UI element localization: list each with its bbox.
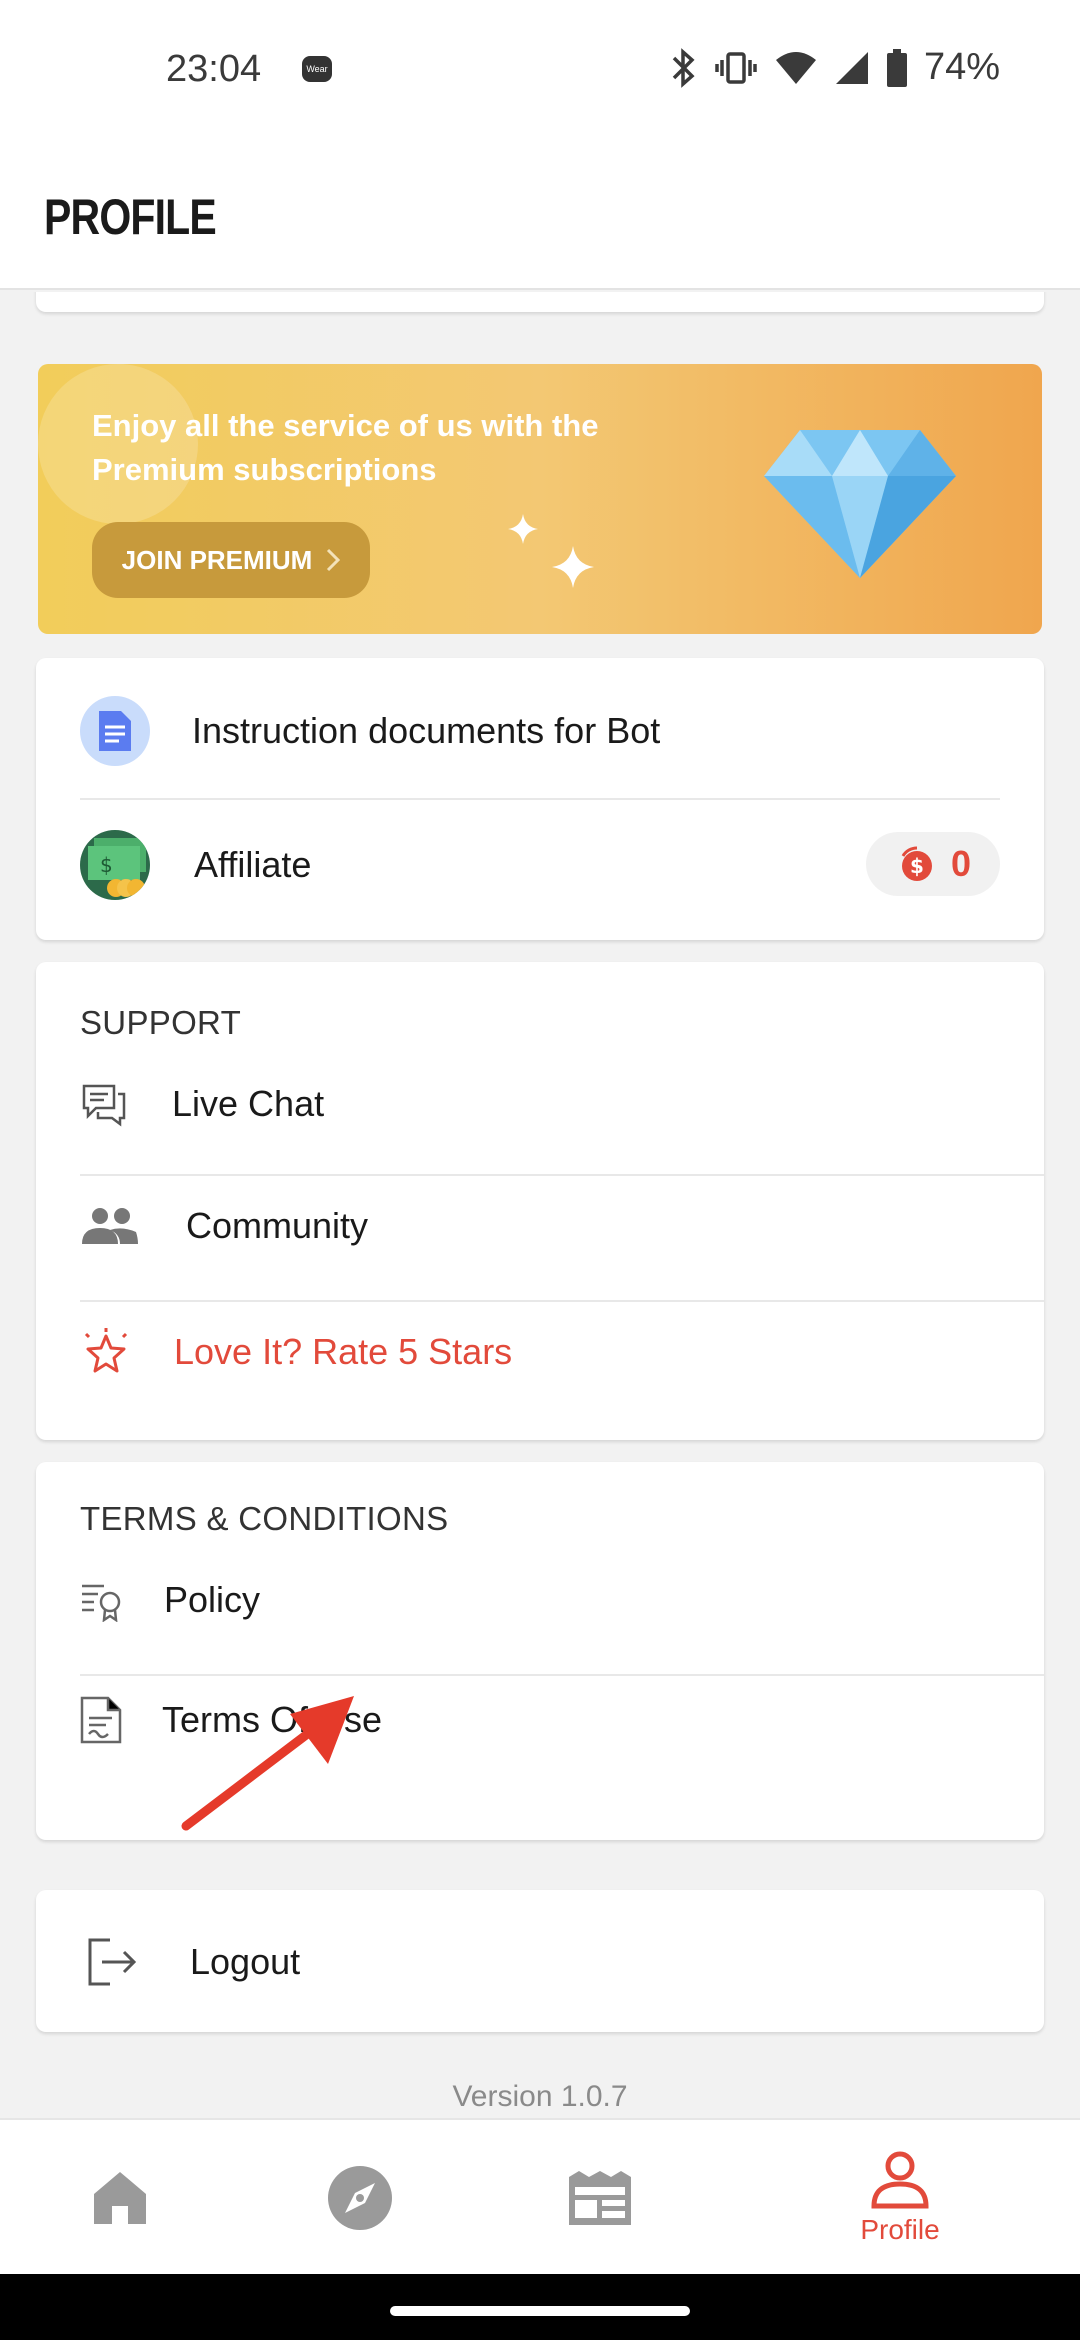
policy-label: Policy <box>164 1579 261 1620</box>
page-title: PROFILE <box>44 189 217 245</box>
svg-text:$: $ <box>910 854 924 878</box>
community-label: Community <box>186 1205 369 1246</box>
battery-level: 74% <box>923 46 1000 88</box>
instruction-documents-label: Instruction documents for Bot <box>192 710 661 751</box>
sparkle-small-icon <box>508 514 538 544</box>
diamond-icon <box>764 430 956 578</box>
divider <box>80 1300 1044 1302</box>
status-time: 23:04 <box>166 48 262 90</box>
document-icon <box>80 696 150 766</box>
wear-os-icon: Wear <box>302 56 332 82</box>
profile-scroll-area[interactable]: Enjoy all the service of us with the Pre… <box>0 292 1080 2118</box>
nav-profile-label: Profile <box>860 2214 940 2245</box>
nav-profile[interactable]: Profile <box>800 2120 1000 2276</box>
logout-label: Logout <box>190 1941 301 1982</box>
terms-icon <box>80 1696 122 1744</box>
app-header: PROFILE <box>0 140 1080 290</box>
status-icons: 74% <box>668 46 1000 89</box>
join-premium-label: JOIN PREMIUM <box>121 544 313 575</box>
app-version: Version 1.0.7 <box>452 2080 628 2113</box>
star-icon <box>84 1328 128 1373</box>
logout-row[interactable]: Logout <box>36 1922 1044 2002</box>
annotation-arrow <box>181 1696 354 1831</box>
previous-card-edge <box>36 292 1044 312</box>
join-premium-button[interactable]: JOIN PREMIUM <box>92 522 370 598</box>
premium-banner[interactable]: Enjoy all the service of us with the Pre… <box>38 364 1042 634</box>
divider <box>80 1174 1044 1176</box>
money-icon: $ <box>80 830 150 900</box>
chevron-right-icon <box>327 548 341 572</box>
home-gesture-handle[interactable] <box>390 2306 690 2316</box>
community-row[interactable]: Community <box>36 1188 1044 1264</box>
home-icon <box>94 2172 146 2224</box>
divider <box>80 1674 1044 1676</box>
support-section-title: SUPPORT <box>80 1004 242 1041</box>
logout-icon <box>88 1938 137 1986</box>
instruction-documents-row[interactable]: Instruction documents for Bot <box>36 696 1044 766</box>
policy-row[interactable]: Policy <box>36 1562 1044 1638</box>
compass-icon <box>328 2166 392 2230</box>
divider <box>80 798 1000 800</box>
newspaper-icon <box>569 2171 631 2225</box>
wifi-icon <box>775 51 816 84</box>
vibrate-icon <box>715 51 757 84</box>
signal-icon <box>835 51 868 84</box>
system-navigation-bar <box>0 2274 1080 2340</box>
svg-text:$: $ <box>100 853 113 877</box>
nav-explore[interactable] <box>260 2120 460 2276</box>
premium-banner-text: Enjoy all the service of us with the Pre… <box>92 408 599 487</box>
person-icon <box>871 2151 929 2209</box>
nav-home[interactable] <box>20 2120 220 2276</box>
battery-icon <box>886 48 907 87</box>
logout-card[interactable]: Logout <box>36 1890 1044 2032</box>
status-bar: 23:04 Wear 74% <box>0 0 1080 140</box>
links-card: Instruction documents for Bot $ Affiliat… <box>36 658 1044 940</box>
people-icon <box>82 1208 138 1244</box>
terms-section-title: TERMS & CONDITIONS <box>80 1500 449 1537</box>
chat-icon <box>82 1084 126 1127</box>
sparkle-large-icon <box>552 546 594 588</box>
policy-icon <box>82 1584 121 1622</box>
support-card: SUPPORT Live Chat Community Love It? Rat… <box>36 962 1044 1440</box>
live-chat-label: Live Chat <box>172 1083 325 1124</box>
rate-app-row[interactable]: Love It? Rate 5 Stars <box>36 1314 1044 1390</box>
rate-app-label: Love It? Rate 5 Stars <box>174 1331 513 1372</box>
coin-icon: $ <box>901 846 932 881</box>
affiliate-label: Affiliate <box>194 844 312 885</box>
affiliate-balance-badge: $ 0 <box>866 832 1000 896</box>
affiliate-count: 0 <box>950 843 972 884</box>
bluetooth-icon <box>672 47 695 88</box>
live-chat-row[interactable]: Live Chat <box>36 1066 1044 1142</box>
nav-feed[interactable] <box>500 2120 700 2276</box>
bottom-navigation: Profile <box>0 2118 1080 2274</box>
